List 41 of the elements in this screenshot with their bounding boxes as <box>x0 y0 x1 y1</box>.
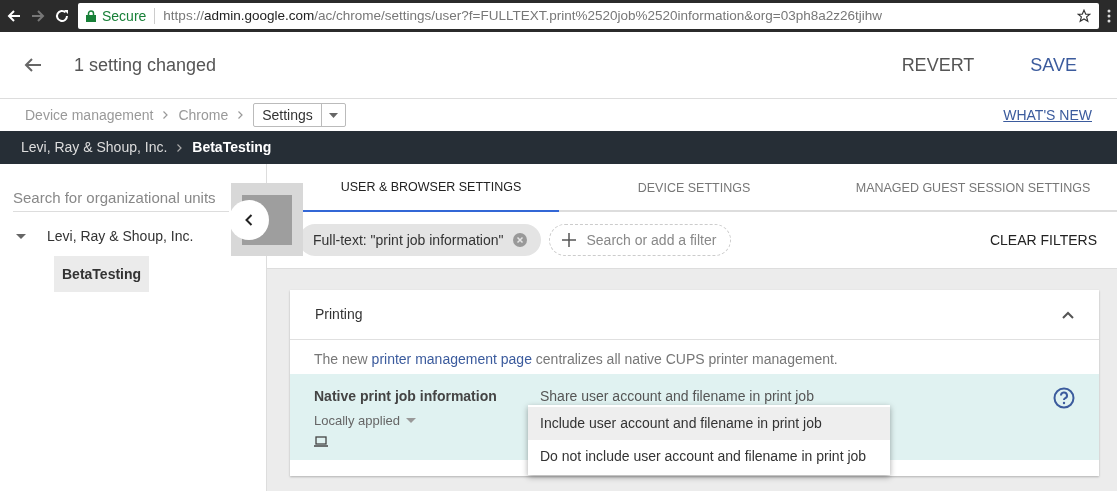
tree-item[interactable]: Levi, Ray & Shoup, Inc. <box>43 225 198 247</box>
status-label: Locally applied <box>314 412 400 430</box>
whats-new-link[interactable]: WHAT'S NEW <box>1003 104 1092 126</box>
org-breadcrumb[interactable]: BetaTesting <box>192 137 272 158</box>
page-title: 1 setting changed <box>74 53 217 77</box>
address-bar[interactable]: Secure https://admin.google.com/ac/chrome/settings/user?f=FULLTEXT.print%2520job%2520information&org=03ph8a2z26tjihw <box>78 3 1099 29</box>
save-button[interactable]: SAVE <box>1022 45 1085 85</box>
back-icon[interactable] <box>6 8 22 24</box>
collapse-panel-button[interactable] <box>231 183 303 256</box>
bookmark-star-icon[interactable] <box>1077 9 1091 23</box>
chevron-left-icon <box>245 213 253 226</box>
tree-item[interactable]: BetaTesting <box>54 256 150 292</box>
chevron-icon <box>163 111 169 119</box>
revert-button[interactable]: REVERT <box>893 45 983 85</box>
tab[interactable]: DEVICE SETTINGS <box>559 164 829 212</box>
back-arrow-icon[interactable] <box>24 57 42 73</box>
settings-dropdown[interactable]: Settings <box>253 103 346 127</box>
url-text: https://admin.google.com/ac/chrome/settings/user?f=FULLTEXT.print%2520job%2520information&org=03ph8a2z26tjihw <box>163 6 883 25</box>
help-icon[interactable] <box>1053 387 1075 409</box>
menu-icon[interactable] <box>1107 9 1111 23</box>
chevron-icon <box>238 111 244 119</box>
laptop-icon <box>314 435 328 447</box>
expanded-caret-icon[interactable] <box>16 231 26 241</box>
menu-option[interactable]: Do not include user account and filename in print job <box>528 440 890 473</box>
plus-icon <box>562 233 577 247</box>
section-title: Printing <box>315 305 363 324</box>
secure-label: Secure <box>102 6 147 26</box>
tab[interactable]: MANAGED GUEST SESSION SETTINGS <box>829 164 1117 212</box>
forward-icon[interactable] <box>30 8 46 24</box>
reload-icon[interactable] <box>54 8 70 24</box>
lock-icon <box>86 10 96 22</box>
org-breadcrumb[interactable]: Levi, Ray & Shoup, Inc. <box>21 137 168 158</box>
collapse-chevron-icon[interactable] <box>1062 310 1074 319</box>
intro-text: The new printer management page centralizes all native CUPS printer management. <box>314 350 838 369</box>
chevron-icon <box>177 143 183 152</box>
search-field[interactable]: Search for organizational units <box>13 184 229 212</box>
printer-management-link[interactable]: printer management page <box>371 351 532 367</box>
menu-option[interactable]: Include user account and filename in print job <box>528 407 890 440</box>
caret-icon <box>328 112 338 118</box>
setting-name: Native print job information <box>314 387 497 406</box>
clear-filters-button[interactable]: CLEAR FILTERS <box>985 223 1101 257</box>
